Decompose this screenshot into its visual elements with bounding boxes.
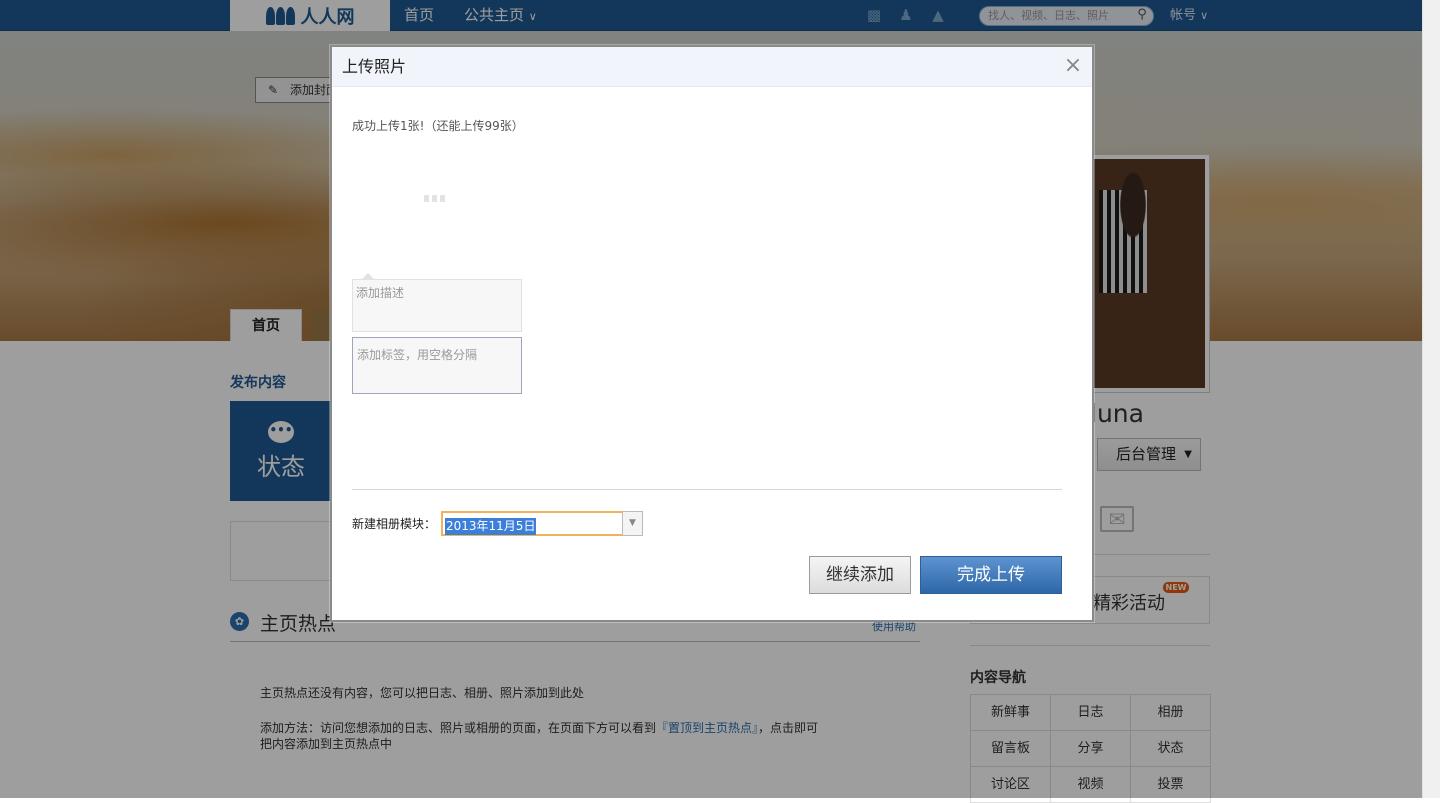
- loading-icon: [424, 195, 445, 202]
- finish-upload-button[interactable]: 完成上传: [920, 556, 1062, 594]
- album-label: 新建相册模块：: [352, 517, 437, 531]
- upload-success-text: 成功上传1张!（还能上传99张）: [352, 119, 524, 133]
- close-icon[interactable]: ×: [1062, 53, 1084, 79]
- page-scrollbar[interactable]: [1422, 0, 1440, 798]
- tags-input[interactable]: 添加标签，用空格分隔: [352, 337, 522, 394]
- caret-down-icon: ▼: [629, 518, 636, 528]
- album-name-input[interactable]: 2013年11月5日: [441, 511, 624, 536]
- divider: [352, 489, 1062, 490]
- dialog-title: 上传照片: [342, 57, 407, 76]
- album-dropdown-button[interactable]: ▼: [622, 511, 643, 536]
- album-name-value: 2013年11月5日: [445, 518, 537, 535]
- continue-add-button[interactable]: 继续添加: [809, 556, 911, 594]
- dialog-header: 上传照片 ×: [332, 47, 1092, 87]
- description-input[interactable]: 添加描述: [352, 279, 522, 332]
- upload-photo-dialog: 上传照片 × 成功上传1张!（还能上传99张） 添加描述 添加标签，用空格分隔 …: [330, 45, 1094, 622]
